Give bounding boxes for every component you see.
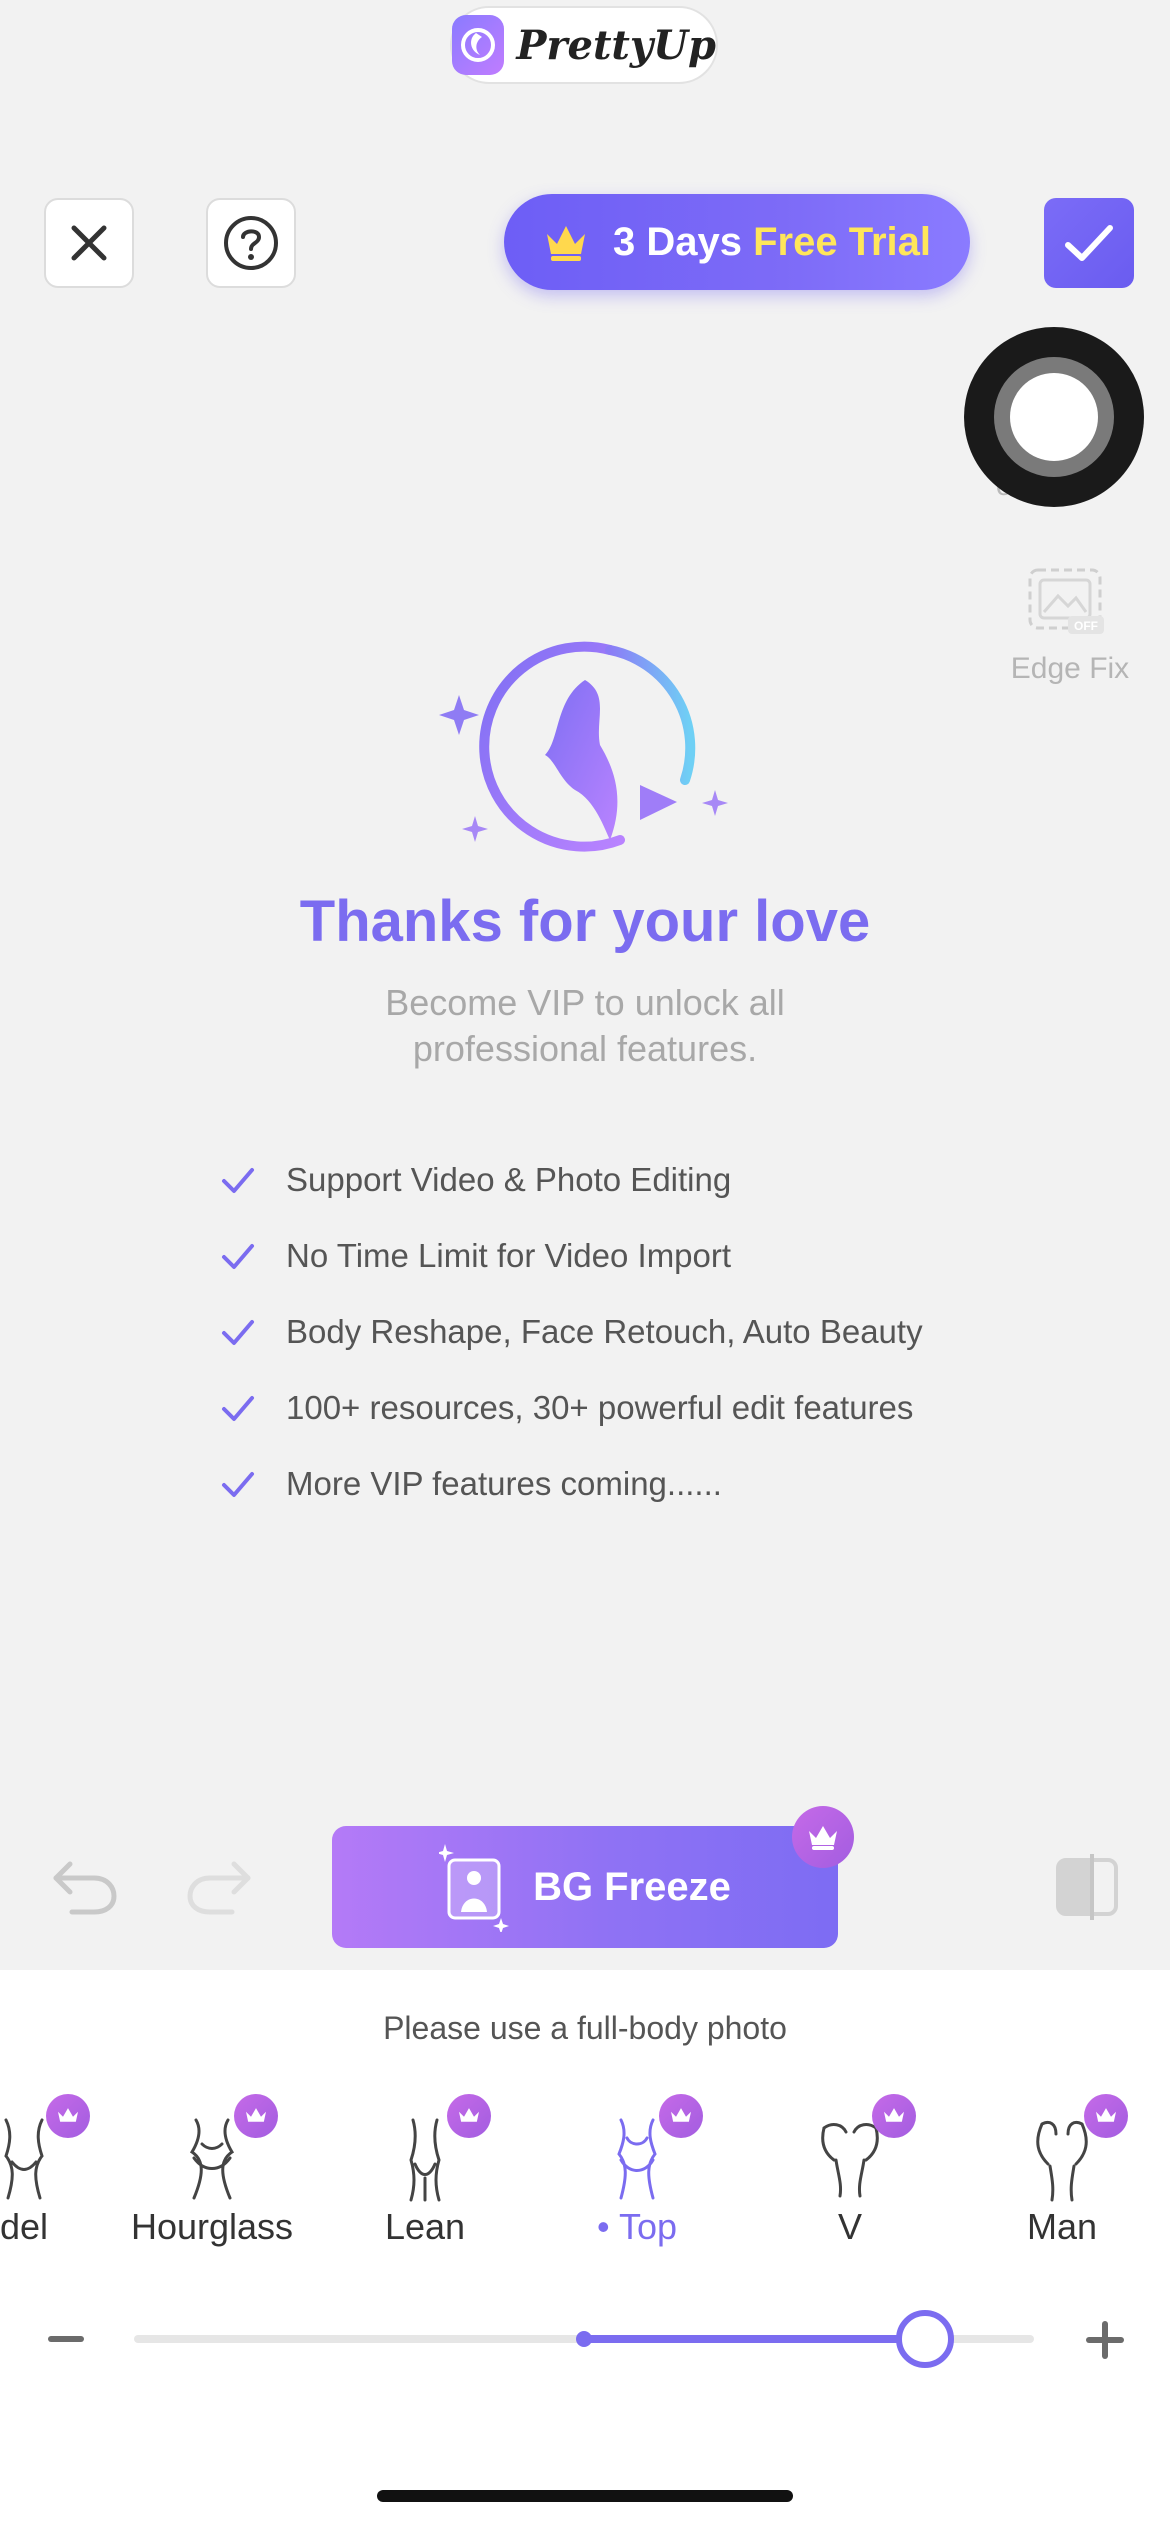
compare-icon[interactable] xyxy=(1052,1852,1122,1922)
help-icon xyxy=(224,216,278,270)
vip-crown-badge xyxy=(872,2094,916,2138)
shape-option-top[interactable]: • Top xyxy=(537,2090,737,2250)
promo-subtitle: Become VIP to unlock all professional fe… xyxy=(385,982,785,1069)
intensity-slider-fill xyxy=(582,2335,926,2343)
check-icon xyxy=(222,1168,254,1193)
feature-label: Body Reshape, Face Retouch, Auto Beauty xyxy=(286,1313,923,1350)
check-icon xyxy=(222,1472,254,1497)
home-indicator[interactable] xyxy=(377,2490,793,2502)
checkmark-icon xyxy=(1065,225,1113,261)
vip-crown-badge xyxy=(447,2094,491,2138)
feature-item: More VIP features coming...... xyxy=(218,1446,923,1522)
shape-label: V xyxy=(837,2206,862,2247)
promo-title: Thanks for your love xyxy=(299,889,871,954)
panel-hint: Please use a full-body photo xyxy=(383,2010,787,2046)
body-shape-icon xyxy=(4,2118,44,2200)
trial-days-label: 3 Days xyxy=(613,219,742,264)
assistive-touch-ring xyxy=(994,357,1114,477)
close-button[interactable] xyxy=(44,198,134,288)
feature-item: No Time Limit for Video Import xyxy=(218,1218,923,1294)
crown-icon xyxy=(884,2108,904,2122)
app-logo-icon xyxy=(452,15,505,75)
feature-item: Support Video & Photo Editing xyxy=(218,1142,923,1218)
shape-option-v[interactable]: V xyxy=(750,2090,950,2250)
crown-icon xyxy=(58,2108,78,2122)
app-logo-pill: PrettyUp xyxy=(450,6,718,84)
crown-icon xyxy=(1096,2108,1116,2122)
bg-freeze-button[interactable]: BG Freeze xyxy=(332,1826,838,1948)
shape-option-model[interactable]: del xyxy=(0,2090,124,2250)
shape-label: Hourglass xyxy=(130,2206,294,2247)
undo-icon[interactable] xyxy=(48,1856,120,1918)
shape-option-lean[interactable]: Lean xyxy=(325,2090,525,2250)
shape-label: Lean xyxy=(384,2206,466,2247)
bg-freeze-label: BG Freeze xyxy=(533,1864,731,1909)
vip-crown-badge xyxy=(1084,2094,1128,2138)
bg-freeze-icon xyxy=(439,1844,510,1932)
feature-label: More VIP features coming...... xyxy=(286,1465,722,1502)
crown-icon xyxy=(547,226,585,261)
trial-free-label: Free Trial xyxy=(753,219,931,264)
check-icon xyxy=(222,1396,254,1421)
increase-icon-stem[interactable] xyxy=(1102,2321,1108,2359)
assistive-touch-core xyxy=(1010,373,1098,461)
shape-option-hourglass[interactable]: Hourglass xyxy=(112,2090,312,2250)
lean-shape-icon xyxy=(409,2118,441,2202)
hourglass-shape-icon xyxy=(189,2118,235,2200)
redo-icon[interactable] xyxy=(184,1856,256,1918)
decrease-icon[interactable] xyxy=(48,2336,84,2342)
feature-list: Support Video & Photo Editing No Time Li… xyxy=(218,1142,923,1522)
feature-label: No Time Limit for Video Import xyxy=(286,1237,732,1274)
check-icon xyxy=(222,1244,254,1269)
vip-logo-icon xyxy=(439,641,728,852)
body-shape-panel xyxy=(0,1970,1170,2532)
feature-item: 100+ resources, 30+ powerful edit featur… xyxy=(218,1370,923,1446)
app-name: PrettyUp xyxy=(516,21,716,69)
intensity-slider-origin xyxy=(576,2331,592,2347)
vip-crown-badge xyxy=(792,1806,854,1868)
v-shape-icon xyxy=(821,2123,879,2198)
shape-label: del xyxy=(0,2206,49,2247)
vip-crown-badge xyxy=(234,2094,278,2138)
feature-label: Support Video & Photo Editing xyxy=(286,1161,732,1198)
feature-item: Body Reshape, Face Retouch, Auto Beauty xyxy=(218,1294,923,1370)
crown-icon xyxy=(246,2108,266,2122)
shape-option-man[interactable]: Man xyxy=(962,2090,1162,2250)
free-trial-button[interactable]: 3 Days Free Trial xyxy=(504,194,970,290)
shape-label: • Top xyxy=(597,2206,677,2247)
crown-icon xyxy=(671,2108,691,2122)
crown-icon xyxy=(809,1826,837,1850)
edge-fix-label[interactable]: Edge Fix xyxy=(1000,652,1140,686)
edge-fix-state: OFF xyxy=(1074,619,1098,633)
shape-label: Man xyxy=(1026,2206,1098,2247)
feature-label: 100+ resources, 30+ powerful edit featur… xyxy=(286,1389,914,1426)
close-icon xyxy=(71,225,107,261)
confirm-button[interactable] xyxy=(1044,198,1134,288)
intensity-slider-thumb[interactable] xyxy=(896,2310,954,2368)
check-icon xyxy=(222,1320,254,1345)
crown-icon xyxy=(459,2108,479,2122)
edge-fix-icon[interactable]: OFF xyxy=(1026,566,1110,636)
assistive-touch-button[interactable] xyxy=(964,327,1144,507)
top-shape-icon xyxy=(617,2118,657,2200)
man-shape-icon xyxy=(1036,2120,1088,2202)
vip-crown-badge xyxy=(659,2094,703,2138)
help-button[interactable] xyxy=(206,198,296,288)
vip-crown-badge xyxy=(46,2094,90,2138)
